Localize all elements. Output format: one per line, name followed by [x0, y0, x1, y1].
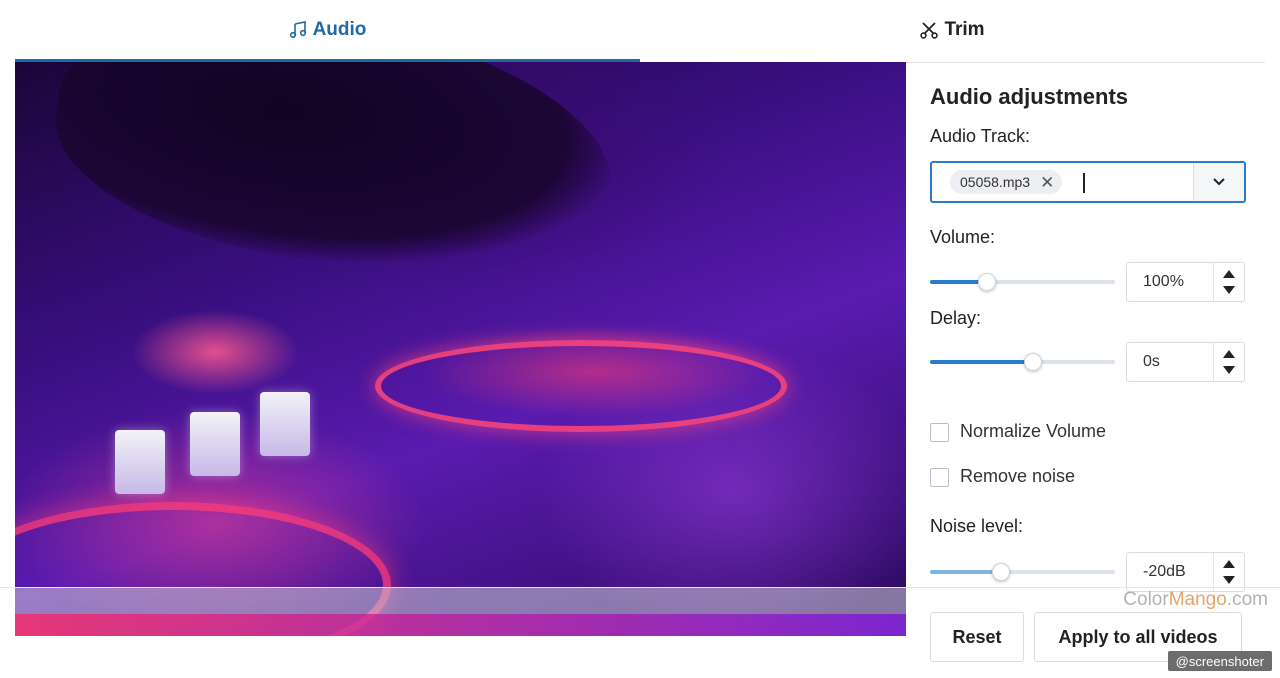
- screenshoter-watermark: @screenshoter: [1167, 651, 1272, 671]
- preview-fader: [260, 392, 310, 456]
- noise-level-slider-thumb[interactable]: [992, 563, 1011, 581]
- scissors-icon: [920, 22, 939, 39]
- remove-noise-label: Remove noise: [960, 466, 1076, 486]
- chevron-down-icon: [1213, 178, 1225, 186]
- noise-level-input[interactable]: -20dB: [1126, 552, 1245, 592]
- volume-slider[interactable]: [930, 273, 1115, 291]
- audio-track-dropdown-button[interactable]: [1193, 163, 1244, 201]
- decrement-icon[interactable]: [1223, 366, 1235, 374]
- tab-trim-label: Trim: [944, 19, 985, 40]
- text-caret: [1083, 173, 1085, 193]
- remove-noise-checkbox[interactable]: [930, 468, 949, 487]
- noise-level-label: Noise level:: [930, 516, 1024, 536]
- tab-audio[interactable]: Audio: [15, 0, 640, 62]
- delay-label: Delay:: [930, 308, 982, 328]
- decrement-icon[interactable]: [1223, 286, 1235, 294]
- tab-audio-label: Audio: [312, 18, 367, 40]
- colormango-watermark: ColorMango.com: [1123, 589, 1268, 611]
- audio-track-select[interactable]: 05058.mp3 ✕: [930, 161, 1246, 203]
- reset-button[interactable]: Reset: [930, 612, 1024, 662]
- panel-title: Audio adjustments: [930, 84, 1129, 109]
- audio-track-chip-label: 05058.mp3: [960, 174, 1031, 190]
- increment-icon[interactable]: [1223, 350, 1235, 358]
- delay-slider-fill: [930, 360, 1032, 364]
- brand-part: Mango: [1168, 589, 1227, 610]
- volume-label: Volume:: [930, 227, 996, 247]
- volume-stepper: [1213, 263, 1244, 301]
- tab-bar: Audio Trim: [15, 0, 1265, 63]
- noise-level-stepper: [1213, 553, 1244, 591]
- video-preview[interactable]: [15, 62, 906, 636]
- preview-deck-ring: [375, 340, 787, 432]
- increment-icon[interactable]: [1223, 270, 1235, 278]
- delay-slider-thumb[interactable]: [1023, 353, 1042, 371]
- brand-part: .com: [1226, 589, 1268, 610]
- volume-input[interactable]: 100%: [1126, 262, 1245, 302]
- normalize-volume-checkbox[interactable]: [930, 423, 949, 442]
- preview-hand-shape: [41, 62, 629, 300]
- brand-part: Color: [1123, 589, 1169, 610]
- noise-level-slider[interactable]: [930, 563, 1115, 581]
- audio-track-chip: 05058.mp3 ✕: [950, 170, 1063, 194]
- audio-track-label: Audio Track:: [930, 126, 1031, 146]
- volume-value: 100%: [1143, 273, 1184, 290]
- volume-slider-thumb[interactable]: [977, 273, 996, 291]
- preview-fader: [115, 430, 165, 494]
- increment-icon[interactable]: [1223, 560, 1235, 568]
- footer-divider: [0, 587, 1280, 588]
- delay-value: 0s: [1143, 353, 1160, 370]
- preview-bottom-glow: [15, 614, 906, 636]
- delay-input[interactable]: 0s: [1126, 342, 1245, 382]
- remove-track-icon[interactable]: ✕: [1040, 174, 1054, 191]
- delay-stepper: [1213, 343, 1244, 381]
- decrement-icon[interactable]: [1223, 576, 1235, 584]
- noise-level-value: -20dB: [1143, 563, 1186, 580]
- video-progress-bar[interactable]: [15, 588, 906, 614]
- noise-level-slider-fill: [930, 570, 1001, 574]
- delay-slider[interactable]: [930, 353, 1115, 371]
- music-note-icon: [289, 20, 306, 38]
- preview-fader: [190, 412, 240, 476]
- normalize-volume-label: Normalize Volume: [960, 421, 1107, 441]
- tab-trim[interactable]: Trim: [640, 0, 1265, 60]
